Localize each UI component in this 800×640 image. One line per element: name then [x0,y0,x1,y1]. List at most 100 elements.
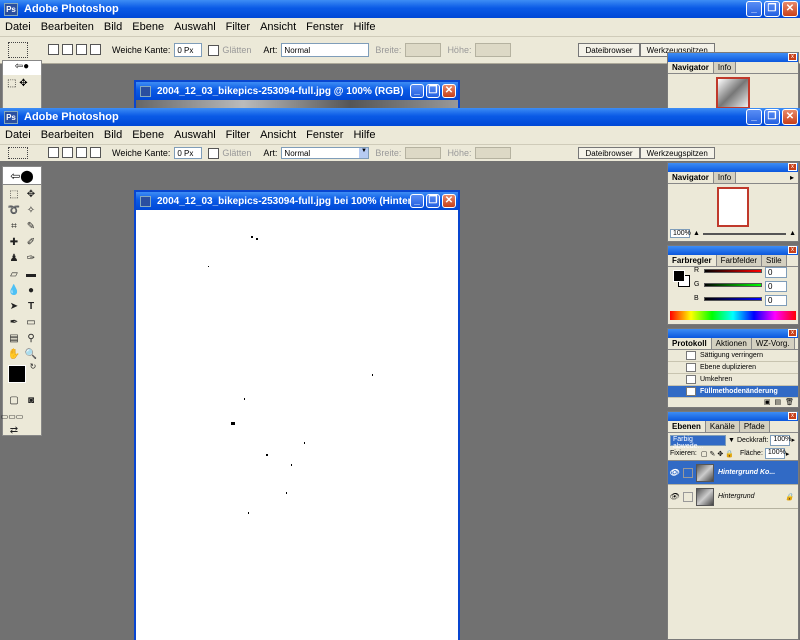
blur-tool-icon[interactable]: 💧 [7,283,21,297]
back-menu-filter[interactable]: Filter [221,21,255,33]
back-document-window[interactable]: 2004_12_03_bikepics-253094-full.jpg @ 10… [134,80,460,108]
eyedropper-tool-icon[interactable]: ⚲ [24,331,38,345]
title-bar[interactable]: Ps Adobe Photoshop _ ❐ ✕ [0,108,800,126]
tab-dateibrowser[interactable]: Dateibrowser [578,147,640,159]
doc-maximize-button[interactable]: ❐ [426,194,440,208]
back-navigator-bar[interactable]: x [668,53,798,62]
back-marquee-preset-icon[interactable] [8,42,28,58]
type-tool-icon[interactable]: T [24,299,38,313]
color-bar[interactable]: x [668,246,798,255]
tab-farbregler[interactable]: Farbregler [668,255,717,266]
back-maximize-button[interactable]: ❐ [764,1,780,17]
back-menu-bild[interactable]: Bild [99,21,127,33]
menu-filter[interactable]: Filter [221,129,255,141]
tab-ebenen[interactable]: Ebenen [668,421,706,432]
clone-stamp-tool-icon[interactable]: ♟ [7,251,21,265]
fill-slider-icon[interactable]: ▸ [786,450,790,458]
magic-wand-tool-icon[interactable]: ✧ [24,203,38,217]
path-selection-tool-icon[interactable]: ➤ [7,299,21,313]
dodge-tool-icon[interactable]: ● [24,283,38,297]
doc-title-bar[interactable]: 2004_12_03_bikepics-253094-full.jpg bei … [136,192,458,210]
navigator-menu-icon[interactable]: ▸ [786,172,798,183]
back-doc-maximize-button[interactable]: ❐ [426,84,440,98]
quick-mask-mode-icon[interactable]: ◙ [24,393,38,407]
move-tool-icon[interactable]: ✥ [24,187,38,201]
menu-ansicht[interactable]: Ansicht [255,129,301,141]
style-select[interactable]: Normal ▼ [281,147,370,159]
brush-tool-icon[interactable]: ✐ [24,235,38,249]
color-ramp[interactable] [670,311,796,320]
back-menu-ansicht[interactable]: Ansicht [255,21,301,33]
tab-farbfelder[interactable]: Farbfelder [716,255,763,266]
back-menu-auswahl[interactable]: Auswahl [169,21,221,33]
document-canvas[interactable] [136,210,458,640]
document-window[interactable]: 2004_12_03_bikepics-253094-full.jpg bei … [134,190,460,640]
back-marquee-tool-icon[interactable]: ⬚ ✥ [3,75,41,92]
back-tab-dateibrowser[interactable]: Dateibrowser [578,43,640,57]
back-tab-info[interactable]: Info [713,62,737,73]
standard-mode-icon[interactable]: ▢ [7,393,21,407]
blend-mode-select[interactable]: Farbig abwede... [670,434,726,450]
back-selection-mode-icons[interactable] [48,43,104,57]
foreground-color-swatch[interactable] [8,365,26,383]
back-style-select[interactable]: Normal [281,43,370,57]
back-navigator-close-icon[interactable]: x [788,53,797,61]
hand-tool-icon[interactable]: ✋ [7,347,21,361]
tab-navigator[interactable]: Navigator [668,172,714,183]
close-button[interactable]: ✕ [782,109,798,125]
opacity-input[interactable]: 100% [770,434,791,446]
menu-auswahl[interactable]: Auswahl [169,129,221,141]
minimize-button[interactable]: _ [746,109,762,125]
back-title-bar[interactable]: Ps Adobe Photoshop _ ❐ ✕ [0,0,800,18]
tab-stile[interactable]: Stile [762,255,787,266]
tab-wz-vorg[interactable]: WZ-Vorg. [751,338,795,349]
doc-close-button[interactable]: ✕ [442,194,456,208]
menu-bearbeiten[interactable]: Bearbeiten [36,129,99,141]
crop-tool-icon[interactable]: ⌗ [7,219,21,233]
channel-r-slider[interactable] [704,269,762,273]
back-feather-input[interactable]: 0 Px [174,43,203,57]
slice-tool-icon[interactable]: ✎ [24,219,38,233]
eye-icon[interactable]: 👁 [668,468,680,477]
back-doc-close-button[interactable]: ✕ [442,84,456,98]
tab-pfade[interactable]: Pfade [739,421,770,432]
navigator-thumbnail[interactable] [717,187,749,227]
back-height-input[interactable] [475,43,512,57]
jump-to-imageready-icon[interactable]: ⇄ [7,423,21,437]
new-snapshot-icon[interactable]: ▤ [774,398,781,407]
screen-mode-icons[interactable]: ▭▭▭ [1,409,24,423]
healing-brush-tool-icon[interactable]: ✚ [7,235,21,249]
back-tab-navigator[interactable]: Navigator [668,62,714,73]
history-close-icon[interactable]: x [788,329,797,337]
doc-minimize-button[interactable]: _ [410,194,424,208]
tab-info[interactable]: Info [713,172,737,183]
back-close-button[interactable]: ✕ [782,1,798,17]
trash-icon[interactable]: 🗑 [785,398,794,407]
history-brush-tool-icon[interactable]: ✑ [24,251,38,265]
history-item-selected[interactable]: Füllmethodenänderung [668,386,798,398]
layers-close-icon[interactable]: x [788,412,797,420]
lock-paint-icon[interactable]: ✎ [709,450,715,458]
history-bar[interactable]: x [668,329,798,338]
history-item[interactable]: Umkehren [668,374,798,386]
color-close-icon[interactable]: x [788,246,797,254]
channel-g-slider[interactable] [704,283,762,287]
gradient-tool-icon[interactable]: ▬ [24,267,38,281]
zoom-tool-icon[interactable]: 🔍 [24,347,38,361]
blend-dropdown-icon[interactable]: ▼ [728,437,735,444]
zoom-out-icon[interactable]: ▲ [693,230,700,237]
back-navigator-thumbnail[interactable] [716,77,750,109]
back-menu-hilfe[interactable]: Hilfe [348,21,380,33]
back-minimize-button[interactable]: _ [746,1,762,17]
opacity-slider-icon[interactable]: ▸ [791,436,795,444]
back-width-input[interactable] [405,43,442,57]
maximize-button[interactable]: ❐ [764,109,780,125]
marquee-preset-icon[interactable] [8,147,28,159]
navigator-close-icon[interactable]: x [788,163,797,171]
new-document-icon[interactable]: ▣ [764,398,771,407]
back-menu-datei[interactable]: Datei [0,21,36,33]
back-antialias-checkbox[interactable] [208,44,220,56]
notes-tool-icon[interactable]: ▤ [7,331,21,345]
lock-transparency-icon[interactable]: ▢ [701,450,708,458]
back-menu-ebene[interactable]: Ebene [127,21,169,33]
